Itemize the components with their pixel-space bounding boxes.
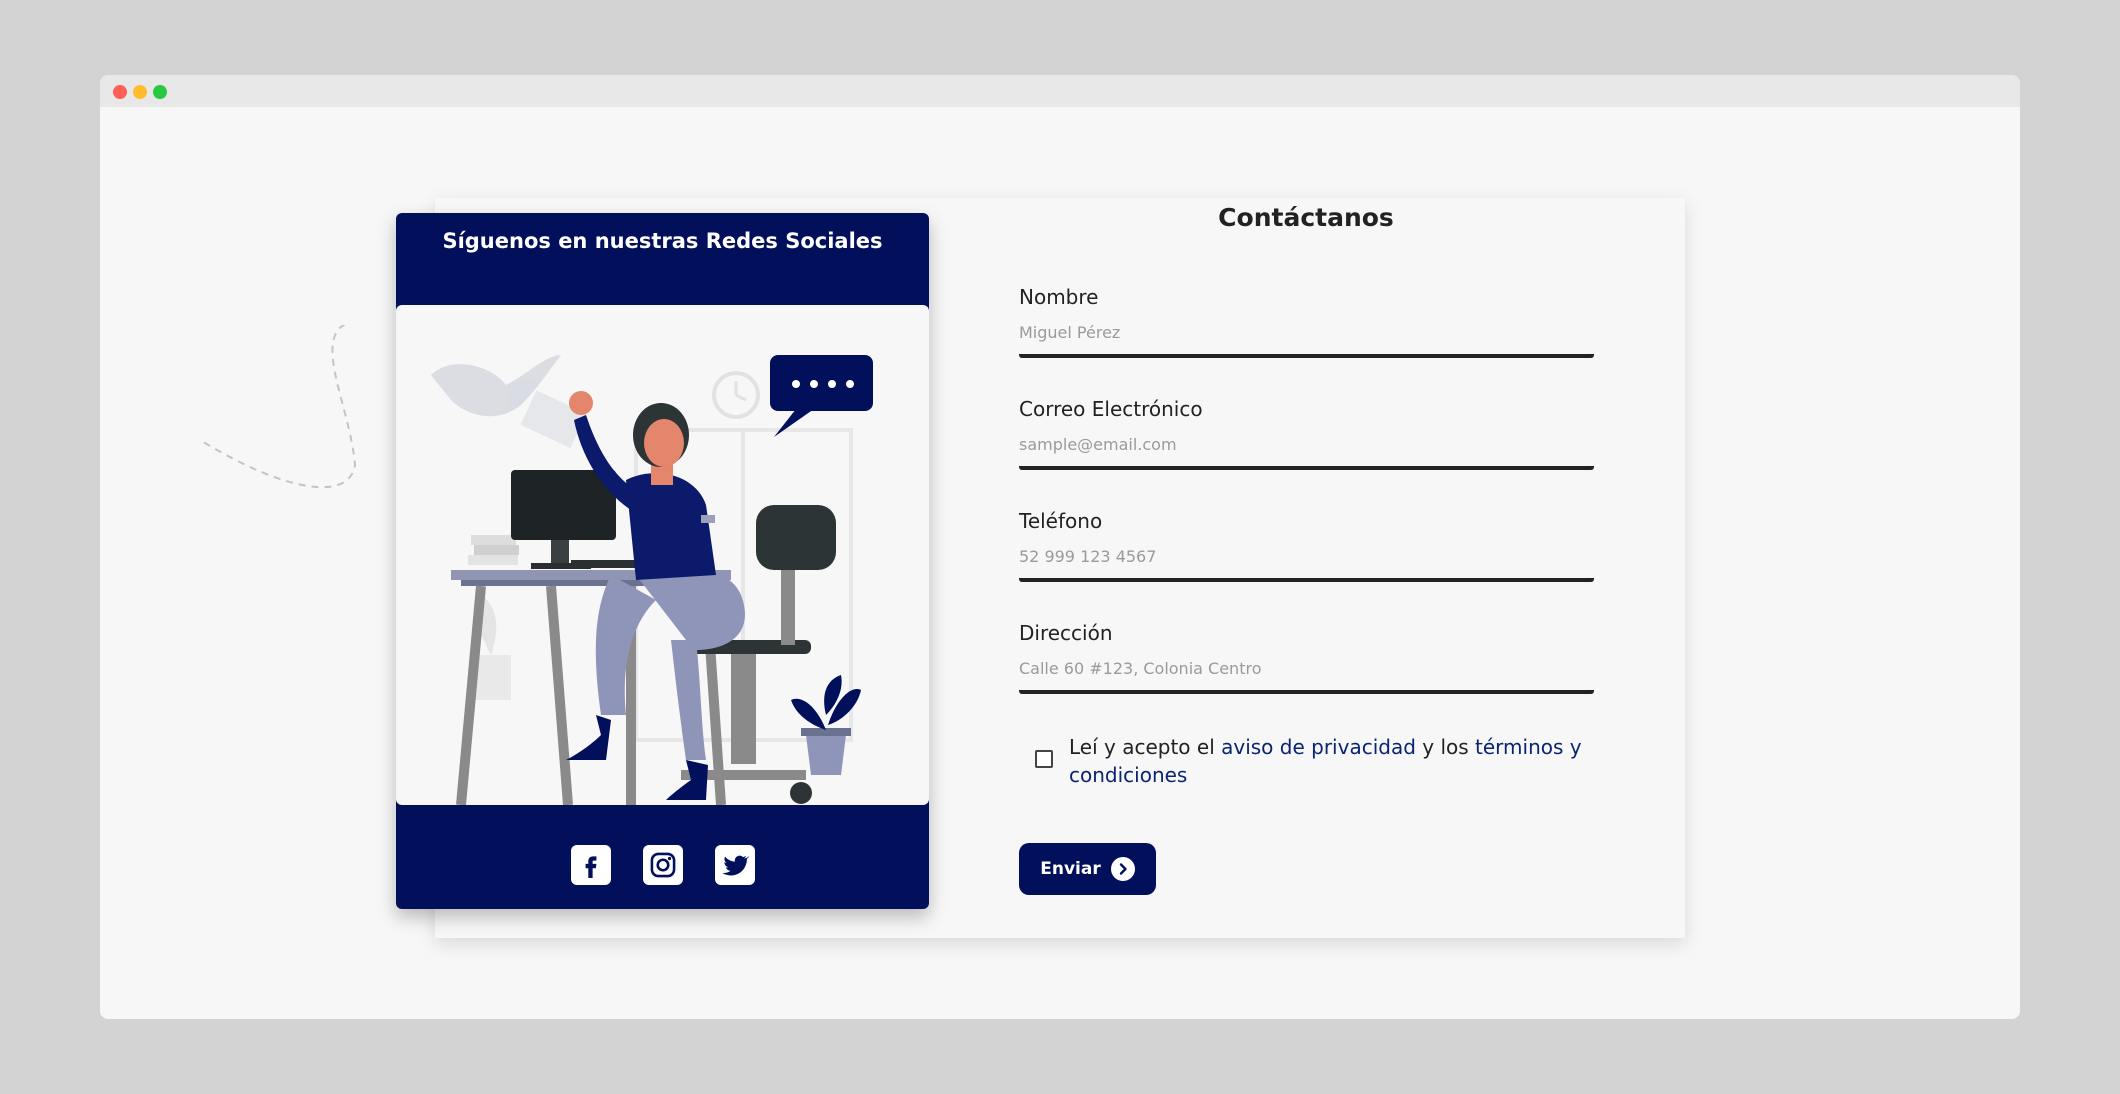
privacy-notice-link[interactable]: aviso de privacidad [1221, 735, 1416, 759]
phone-input[interactable] [1019, 547, 1594, 582]
name-input[interactable] [1019, 323, 1594, 358]
send-button[interactable]: Enviar [1019, 843, 1156, 895]
name-label: Nombre [1019, 285, 1099, 309]
phone-field: Teléfono [1019, 509, 1594, 582]
address-input[interactable] [1019, 659, 1594, 694]
send-button-label: Enviar [1040, 859, 1101, 879]
close-window-button[interactable] [113, 85, 127, 99]
twitter-icon[interactable] [714, 845, 755, 885]
terms-checkbox[interactable] [1035, 750, 1053, 768]
social-panel: Síguenos en nuestras Redes Sociales [396, 213, 929, 909]
chevron-right-icon [1110, 857, 1135, 881]
address-field: Dirección [1019, 621, 1594, 694]
window-titlebar [100, 75, 2020, 107]
browser-window: Síguenos en nuestras Redes Sociales Cont… [100, 75, 2020, 1019]
facebook-icon[interactable] [570, 845, 611, 885]
terms-text-before: Leí y acepto el [1069, 735, 1222, 759]
social-title: Síguenos en nuestras Redes Sociales [442, 229, 883, 253]
email-label: Correo Electrónico [1019, 397, 1203, 421]
minimize-window-button[interactable] [133, 85, 147, 99]
instagram-icon[interactable] [642, 845, 683, 885]
email-input[interactable] [1019, 435, 1594, 470]
email-field: Correo Electrónico [1019, 397, 1594, 470]
support-agent-illustration [396, 305, 929, 806]
maximize-window-button[interactable] [153, 85, 167, 99]
form-title: Contáctanos [1218, 203, 1394, 232]
terms-text: Leí y acepto el aviso de privacidad y lo… [1069, 733, 1599, 789]
name-field: Nombre [1019, 285, 1594, 358]
social-icons [396, 845, 929, 885]
address-label: Dirección [1019, 621, 1113, 645]
dashed-flight-trail [200, 325, 357, 489]
phone-label: Teléfono [1019, 509, 1103, 533]
terms-text-middle: y los [1415, 735, 1476, 759]
